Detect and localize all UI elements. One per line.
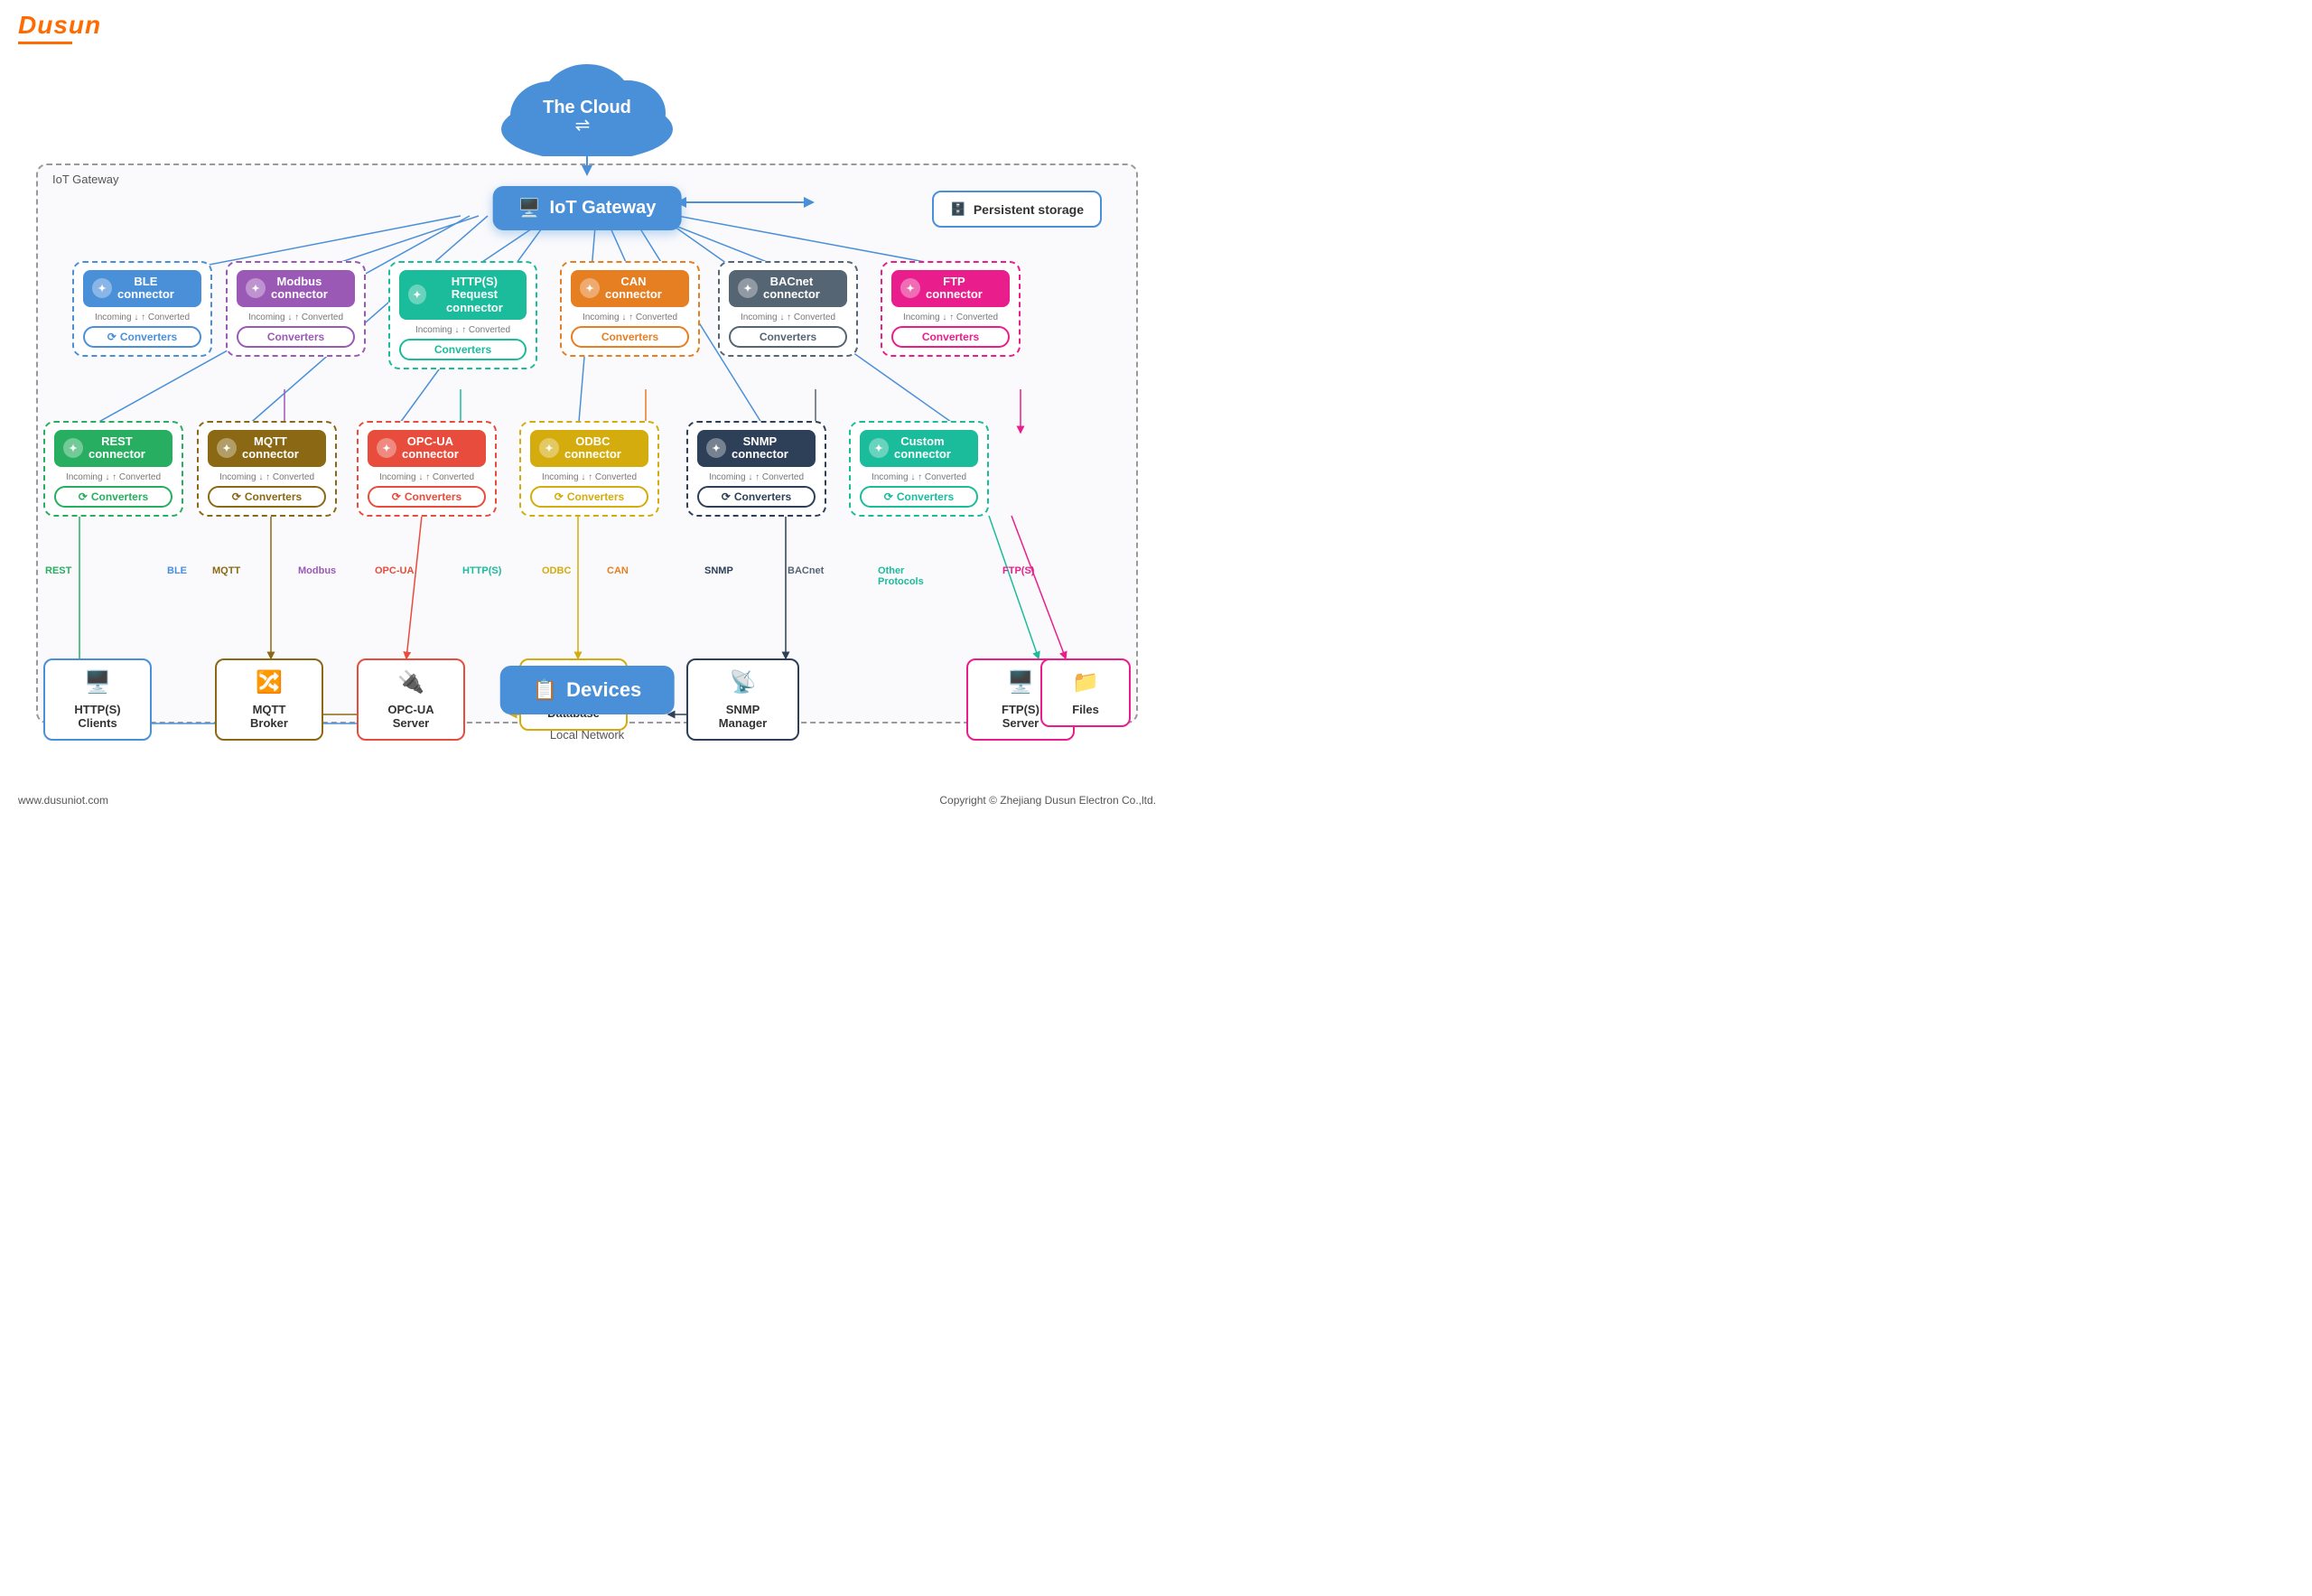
custom-icon: ✦ [869, 438, 889, 458]
ftp-icon: ✦ [900, 278, 920, 298]
proto-snmp: SNMP [704, 565, 733, 576]
modbus-connector: ✦ Modbusconnector Incoming ↓ ↑ Converted… [226, 261, 366, 357]
logo-underline [18, 42, 72, 44]
opcua-server-icon: 🔌 [397, 669, 424, 695]
snmp-connector: ✦ SNMPconnector Incoming ↓ ↑ Converted ⟳… [686, 421, 826, 517]
snmp-converters-btn[interactable]: ⟳Converters [697, 486, 816, 508]
https-connector: ✦ HTTP(S) Requestconnector Incoming ↓ ↑ … [388, 261, 537, 369]
proto-ble: BLE [167, 565, 187, 576]
rest-converters-btn[interactable]: ⟳Converters [54, 486, 172, 508]
bacnet-converters-btn[interactable]: Converters [729, 326, 847, 348]
https-icon: ✦ [408, 285, 426, 304]
odbc-converters-btn[interactable]: ⟳Converters [530, 486, 648, 508]
odbc-connector: ✦ ODBCconnector Incoming ↓ ↑ Converted ⟳… [519, 421, 659, 517]
custom-converters-btn[interactable]: ⟳Converters [860, 486, 978, 508]
iot-gateway-icon: 🖥️ [518, 197, 541, 219]
modbus-converters-btn[interactable]: Converters [237, 326, 355, 348]
logo: Dusun [18, 11, 101, 40]
rest-incoming-converted: Incoming ↓ ↑ Converted [54, 472, 172, 482]
iot-gateway-label: IoT Gateway [550, 198, 657, 219]
snmp-manager-node: 📡 SNMPManager [686, 658, 799, 741]
proto-opcua: OPC-UA [375, 565, 414, 576]
ftp-connector: ✦ FTPconnector Incoming ↓ ↑ Converted Co… [881, 261, 1021, 357]
ftps-server-icon: 🖥️ [1007, 669, 1034, 695]
persistent-storage-label: Persistent storage [974, 202, 1084, 217]
mqtt-broker-label: MQTTBroker [250, 703, 288, 730]
files-label: Files [1072, 703, 1099, 716]
ftp-converters-btn[interactable]: Converters [891, 326, 1010, 348]
mqtt-broker-node: 🔀 MQTTBroker [215, 658, 323, 741]
rest-icon: ✦ [63, 438, 83, 458]
https-clients-node: 🖥️ HTTP(S)Clients [43, 658, 152, 741]
ftp-incoming-converted: Incoming ↓ ↑ Converted [891, 313, 1010, 322]
proto-other: Other Protocols [878, 565, 924, 587]
custom-connector: ✦ Customconnector Incoming ↓ ↑ Converted… [849, 421, 989, 517]
proto-odbc: ODBC [542, 565, 571, 576]
can-connector: ✦ CANconnector Incoming ↓ ↑ Converted Co… [560, 261, 700, 357]
opcua-incoming-converted: Incoming ↓ ↑ Converted [368, 472, 486, 482]
bacnet-connector: ✦ BACnetconnector Incoming ↓ ↑ Converted… [718, 261, 858, 357]
proto-bacnet: BACnet [788, 565, 824, 576]
https-clients-icon: 🖥️ [84, 669, 111, 695]
proto-https: HTTP(S) [462, 565, 501, 576]
devices-icon: 📋 [533, 678, 557, 702]
can-incoming-converted: Incoming ↓ ↑ Converted [571, 313, 689, 322]
diagram: ⇌ The Cloud IoT Gateway 🖥️ IoT Gateway 🗄… [18, 55, 1156, 814]
iot-gateway-box: 🖥️ IoT Gateway [493, 186, 682, 230]
https-converters-btn[interactable]: Converters [399, 339, 527, 360]
mqtt-broker-icon: 🔀 [256, 669, 283, 695]
proto-mqtt: MQTT [212, 565, 240, 576]
storage-icon: 🗄️ [950, 201, 965, 217]
can-converters-btn[interactable]: Converters [571, 326, 689, 348]
proto-ftps: FTP(S) [1002, 565, 1034, 576]
bacnet-icon: ✦ [738, 278, 758, 298]
devices-box: 📋 Devices [500, 666, 675, 714]
modbus-icon: ✦ [246, 278, 266, 298]
svg-text:⇌: ⇌ [575, 116, 591, 135]
cloud-label: The Cloud [543, 98, 631, 118]
custom-incoming-converted: Incoming ↓ ↑ Converted [860, 472, 978, 482]
ftps-server-label: FTP(S)Server [1002, 703, 1039, 730]
snmp-manager-icon: 📡 [730, 669, 757, 695]
footer: www.dusuniot.com Copyright © Zhejiang Du… [0, 794, 1174, 807]
devices-label: Devices [566, 678, 641, 702]
https-incoming-converted: Incoming ↓ ↑ Converted [399, 325, 527, 335]
proto-rest: REST [45, 565, 71, 576]
ble-connector: ✦ BLEconnector Incoming ↓ ↑ Converted ⟳C… [72, 261, 212, 357]
mqtt-icon: ✦ [217, 438, 237, 458]
mqtt-converters-btn[interactable]: ⟳Converters [208, 486, 326, 508]
footer-website: www.dusuniot.com [18, 794, 108, 807]
bacnet-incoming-converted: Incoming ↓ ↑ Converted [729, 313, 847, 322]
gateway-outer-label: IoT Gateway [52, 173, 118, 186]
ble-icon: ✦ [92, 278, 112, 298]
persistent-storage: 🗄️ Persistent storage [932, 191, 1102, 228]
mqtt-incoming-converted: Incoming ↓ ↑ Converted [208, 472, 326, 482]
odbc-icon: ✦ [539, 438, 559, 458]
snmp-manager-label: SNMPManager [719, 703, 767, 730]
cloud-node: ⇌ The Cloud [488, 57, 686, 161]
proto-modbus: Modbus [298, 565, 336, 576]
opcua-converters-btn[interactable]: ⟳Converters [368, 486, 486, 508]
opcua-connector: ✦ OPC-UAconnector Incoming ↓ ↑ Converted… [357, 421, 497, 517]
files-icon: 📁 [1072, 669, 1099, 695]
can-icon: ✦ [580, 278, 600, 298]
snmp-incoming-converted: Incoming ↓ ↑ Converted [697, 472, 816, 482]
footer-copyright: Copyright © Zhejiang Dusun Electron Co.,… [939, 794, 1156, 807]
opcua-server-node: 🔌 OPC-UAServer [357, 658, 465, 741]
proto-can: CAN [607, 565, 629, 576]
mqtt-connector: ✦ MQTTconnector Incoming ↓ ↑ Converted ⟳… [197, 421, 337, 517]
rest-connector: ✦ RESTconnector Incoming ↓ ↑ Converted ⟳… [43, 421, 183, 517]
ble-converters-btn[interactable]: ⟳Converters [83, 326, 201, 348]
ble-incoming-converted: Incoming ↓ ↑ Converted [83, 313, 201, 322]
opcua-server-label: OPC-UAServer [387, 703, 434, 730]
opcua-icon: ✦ [377, 438, 396, 458]
odbc-incoming-converted: Incoming ↓ ↑ Converted [530, 472, 648, 482]
snmp-icon: ✦ [706, 438, 726, 458]
modbus-incoming-converted: Incoming ↓ ↑ Converted [237, 313, 355, 322]
https-clients-label: HTTP(S)Clients [74, 703, 120, 730]
files-node: 📁 Files [1040, 658, 1131, 727]
